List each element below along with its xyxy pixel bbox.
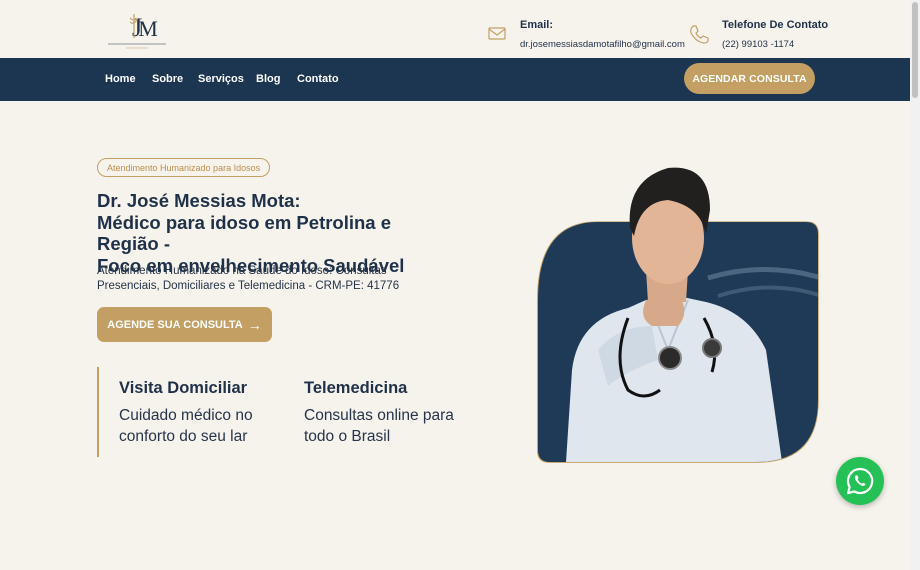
phone-label: Telefone De Contato [722,19,829,31]
top-header: J M Email: dr.josemessiasdamotafilho@gma… [0,0,910,58]
feature-divider [97,367,99,457]
phone-icon [688,23,710,45]
doctor-portrait-image [528,150,828,470]
site-logo[interactable]: J M [104,10,170,52]
email-label: Email: [520,19,554,31]
hero-subtext: Atendimento Humanizado na Saúde do Idoso… [97,265,400,292]
email-value[interactable]: dr.josemessiasdamotafilho@gmail.com [520,39,685,51]
feature-description: Cuidado médico no conforto do seu lar [119,407,253,445]
nav-blog[interactable]: Blog [256,73,280,86]
feature-telemedicine: Telemedicina Consultas online para todo … [304,378,464,447]
nav-servicos[interactable]: Serviços [198,73,244,86]
whatsapp-icon [846,467,874,495]
book-consultation-label: AGENDE SUA CONSULTA [107,318,243,331]
mail-icon [486,23,508,45]
nav-contato[interactable]: Contato [297,73,339,86]
feature-title: Visita Domiciliar [119,379,248,397]
whatsapp-button[interactable] [836,457,884,505]
headline-line-1: Dr. José Messias Mota: [97,190,301,211]
email-contact: Email: dr.josemessiasdamotafilho@gmail.c… [486,18,685,51]
svg-text:M: M [138,16,158,41]
hero-badge: Atendimento Humanizado para Idosos [97,158,271,177]
arrow-right-icon: → [247,316,262,333]
feature-description: Consultas online para todo o Brasil [304,407,454,445]
feature-title: Telemedicina [304,379,408,397]
phone-contact: Telefone De Contato (22) 99103 -1174 [688,18,828,51]
schedule-appointment-button[interactable]: AGENDAR CONSULTA [684,63,815,94]
main-navigation: Home Sobre Serviços Blog Contato AGENDAR… [0,58,910,101]
book-consultation-button[interactable]: AGENDE SUA CONSULTA → [97,307,272,342]
page-scrollbar[interactable] [910,0,920,570]
phone-value[interactable]: (22) 99103 -1174 [722,39,828,51]
headline-line-2: Médico para idoso em Petrolina e Região … [97,211,392,255]
feature-home-visit: Visita Domiciliar Cuidado médico no conf… [119,378,279,447]
scrollbar-thumb[interactable] [912,2,918,98]
nav-sobre[interactable]: Sobre [152,73,183,86]
nav-home[interactable]: Home [105,73,136,86]
